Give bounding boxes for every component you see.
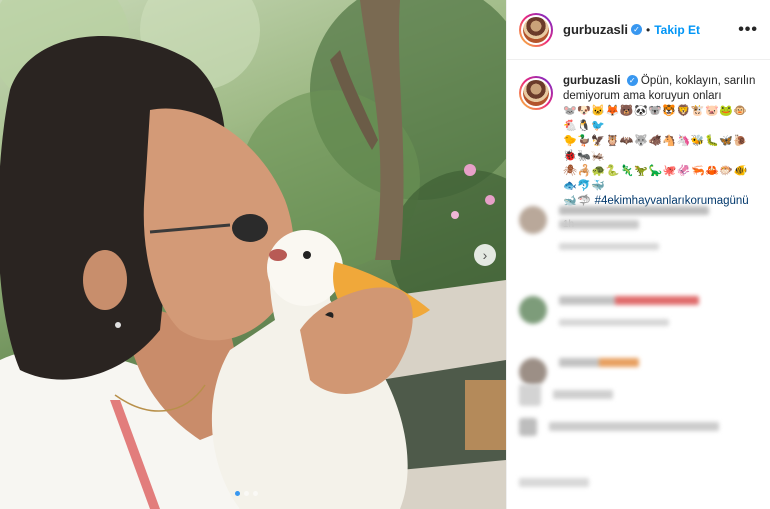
comment-avatar [519,358,547,386]
carousel-dot [253,491,258,496]
avatar-image [523,16,549,43]
post-header: gurbuzasli ✓ • Takip Et ••• [507,0,770,60]
comment-avatar [519,296,547,324]
header-separator: • [646,22,651,37]
chevron-right-icon: › [482,247,488,263]
comment-item [519,478,589,492]
caption-username[interactable]: gurbuzasli [563,75,621,87]
caption-line: demiyorum ama koruyun onları [563,90,722,102]
carousel-dot [244,491,249,496]
avatar[interactable] [519,12,553,47]
caption-line: Öpün, koklayın, sarılın [640,75,756,87]
post-caption: gurbuzasli ✓ Öpün, koklayın, sarılın dem… [507,60,770,217]
username-link[interactable]: gurbuzasli [563,22,628,37]
carousel-dot-active [235,491,240,496]
verified-badge-icon: ✓ [626,75,638,87]
carousel-indicator [235,491,258,496]
caption-text: gurbuzasli ✓ Öpün, koklayın, sarılın dem… [563,74,758,209]
comment-avatar [519,206,547,234]
comment-item [519,358,639,386]
comment-item [519,418,719,436]
more-options-icon[interactable]: ••• [738,21,758,39]
comment-avatar [519,384,541,406]
comment-item [519,296,699,326]
caption-avatar[interactable] [519,76,553,110]
carousel-next-button[interactable]: › [474,244,496,266]
photo-illustration [0,0,506,509]
follow-button[interactable]: Takip Et [654,23,700,37]
emoji-row: 🐤🦆🦅🦉🦇🐺🐗🐴🦄🐝🐛🦋🐌🐞🐜🦗 [563,135,748,162]
post-photo[interactable]: › [0,0,506,509]
post-side-panel: gurbuzasli ✓ • Takip Et ••• gurbuzasli ✓… [506,0,770,509]
emoji-row: 🕷🦂🐢🐍🦎🦖🦕🐙🦑🦐🦀🐡🐠🐟🐬🐳 [563,165,748,192]
comment-avatar [519,418,537,436]
comment-item [519,206,709,250]
verified-badge-icon: ✓ [631,24,643,35]
avatar-image [523,80,549,106]
emoji-row: 🐭🐶🐱🦊🐻🐼🐨🐯🦁🐮🐷🐸🐵🐔🐧🐦 [563,105,748,132]
comment-item [519,384,613,406]
